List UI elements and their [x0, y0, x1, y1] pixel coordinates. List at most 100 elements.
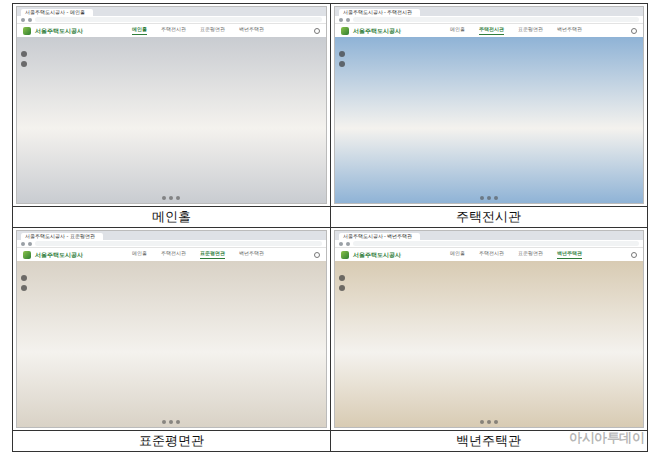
scene-view[interactable] [335, 261, 644, 427]
browser-window: 서울주택도시공사 - 주택전시관서울주택도시공사 메인홀 주택전시관 표준평면관 백년주… [334, 6, 645, 204]
screenshot: 서울주택도시공사 - 표준평면관서울주택도시공사 메인홀 주택전시관 표준평면관 백년주… [13, 228, 330, 430]
back-icon[interactable] [21, 18, 25, 22]
screenshot: 서울주택도시공사 - 주택전시관서울주택도시공사 메인홀 주택전시관 표준평면관 백년주… [331, 4, 648, 206]
url-field[interactable] [353, 241, 640, 246]
nav-item[interactable]: 주택전시관 [479, 26, 504, 36]
reload-icon[interactable] [346, 18, 350, 22]
pager-dot[interactable] [169, 196, 173, 200]
side-controls [21, 275, 27, 291]
logo-icon [341, 251, 349, 259]
site-logo[interactable]: 서울주택도시공사 [353, 250, 401, 259]
watermark: 아시아투데이 [569, 428, 644, 448]
zoom-icon[interactable] [21, 51, 27, 57]
site-header: 서울주택도시공사 메인홀 주택전시관 표준평면관 백년주택관 [335, 248, 644, 261]
pager-dot[interactable] [494, 196, 498, 200]
nav-item[interactable]: 백년주택관 [557, 26, 582, 36]
caption: 메인홀 [13, 206, 330, 227]
screenshot-grid: 서울주택도시공사 - 메인홀서울주택도시공사메인홀주택전시관표준평면관백년주택관… [12, 3, 648, 452]
url-field[interactable] [35, 17, 322, 22]
pager-dot[interactable] [162, 420, 166, 424]
nav-item[interactable]: 주택전시관 [161, 26, 186, 36]
side-controls [21, 51, 27, 67]
view-icon[interactable] [339, 61, 345, 67]
pager [480, 196, 498, 200]
pager [162, 196, 180, 200]
pager [162, 420, 180, 424]
nav-item[interactable]: 표준평면관 [518, 250, 543, 260]
site-nav: 메인홀 주택전시관 표준평면관 백년주택관 [87, 250, 310, 260]
zoom-icon[interactable] [339, 51, 345, 57]
pager-dot[interactable] [487, 420, 491, 424]
zoom-icon[interactable] [339, 275, 345, 281]
pager-dot[interactable] [162, 196, 166, 200]
logo-icon [341, 27, 349, 35]
sound-icon[interactable] [314, 28, 320, 34]
site-header: 서울주택도시공사 메인홀 주택전시관 표준평면관 백년주택관 [335, 24, 644, 37]
nav-item[interactable]: 메인홀 [132, 26, 147, 36]
reload-icon[interactable] [28, 18, 32, 22]
screenshot: 서울주택도시공사 - 백년주택관서울주택도시공사 메인홀 주택전시관 표준평면관 백년주… [331, 228, 648, 430]
pager-dot[interactable] [176, 420, 180, 424]
browser-tab[interactable]: 서울주택도시공사 - 백년주택관 [339, 233, 421, 240]
screenshot: 서울주택도시공사 - 메인홀서울주택도시공사 메인홀 주택전시관 표준평면관 백년주택관 [13, 4, 330, 206]
sound-icon[interactable] [631, 28, 637, 34]
browser-window: 서울주택도시공사 - 메인홀서울주택도시공사 메인홀 주택전시관 표준평면관 백년주택관 [16, 6, 327, 204]
url-field[interactable] [353, 17, 640, 22]
screenshot-cell: 서울주택도시공사 - 주택전시관서울주택도시공사메인홀주택전시관표준평면관백년주… [331, 4, 649, 228]
pager-dot[interactable] [487, 196, 491, 200]
scene-view[interactable] [335, 37, 644, 203]
side-controls [339, 275, 345, 291]
pager-dot[interactable] [494, 420, 498, 424]
back-icon[interactable] [339, 18, 343, 22]
nav-item[interactable]: 메인홀 [450, 26, 465, 36]
scene-view[interactable] [17, 261, 326, 427]
site-logo[interactable]: 서울주택도시공사 [35, 250, 83, 259]
nav-item[interactable]: 표준평면관 [200, 26, 225, 36]
sound-icon[interactable] [314, 252, 320, 258]
browser-window: 서울주택도시공사 - 표준평면관서울주택도시공사 메인홀 주택전시관 표준평면관 백년주… [16, 230, 327, 428]
pager [480, 420, 498, 424]
view-icon[interactable] [21, 61, 27, 67]
nav-item[interactable]: 백년주택관 [239, 26, 264, 36]
screenshot-cell: 서울주택도시공사 - 표준평면관서울주택도시공사 메인홀 주택전시관 표준평면관 백년주… [13, 228, 331, 452]
nav-item[interactable]: 메인홀 [450, 250, 465, 260]
reload-icon[interactable] [346, 242, 350, 246]
tab-strip: 서울주택도시공사 - 메인홀 [17, 7, 326, 16]
pager-dot[interactable] [480, 196, 484, 200]
nav-item[interactable]: 표준평면관 [200, 250, 225, 260]
back-icon[interactable] [21, 242, 25, 246]
nav-item[interactable]: 표준평면관 [518, 26, 543, 36]
pager-dot[interactable] [169, 420, 173, 424]
caption: 주택전시관 [331, 206, 648, 227]
nav-item[interactable]: 백년주택관 [557, 250, 582, 260]
tab-strip: 서울주택도시공사 - 주택전시관 [335, 7, 644, 16]
screenshot-cell: 서울주택도시공사 - 백년주택관서울주택도시공사 메인홀 주택전시관 표준평면관 백년주… [331, 228, 649, 452]
site-nav: 메인홀 주택전시관 표준평면관 백년주택관 [405, 250, 628, 260]
logo-icon [23, 27, 31, 35]
scene-view[interactable] [17, 37, 326, 203]
address-bar [17, 16, 326, 24]
back-icon[interactable] [339, 242, 343, 246]
pager-dot[interactable] [176, 196, 180, 200]
view-icon[interactable] [339, 285, 345, 291]
reload-icon[interactable] [28, 242, 32, 246]
site-nav: 메인홀 주택전시관 표준평면관 백년주택관 [405, 26, 628, 36]
browser-tab[interactable]: 서울주택도시공사 - 주택전시관 [339, 9, 421, 16]
pager-dot[interactable] [480, 420, 484, 424]
site-nav: 메인홀 주택전시관 표준평면관 백년주택관 [87, 26, 310, 36]
browser-tab[interactable]: 서울주택도시공사 - 메인홀 [21, 9, 93, 16]
site-logo[interactable]: 서울주택도시공사 [35, 26, 83, 35]
sound-icon[interactable] [631, 252, 637, 258]
site-logo[interactable]: 서울주택도시공사 [353, 26, 401, 35]
nav-item[interactable]: 메인홀 [132, 250, 147, 260]
url-field[interactable] [35, 241, 322, 246]
browser-tab[interactable]: 서울주택도시공사 - 표준평면관 [21, 233, 103, 240]
nav-item[interactable]: 주택전시관 [479, 250, 504, 260]
browser-window: 서울주택도시공사 - 백년주택관서울주택도시공사 메인홀 주택전시관 표준평면관 백년주… [334, 230, 645, 428]
zoom-icon[interactable] [21, 275, 27, 281]
view-icon[interactable] [21, 285, 27, 291]
address-bar [335, 16, 644, 24]
nav-item[interactable]: 백년주택관 [239, 250, 264, 260]
tab-strip: 서울주택도시공사 - 백년주택관 [335, 231, 644, 240]
nav-item[interactable]: 주택전시관 [161, 250, 186, 260]
